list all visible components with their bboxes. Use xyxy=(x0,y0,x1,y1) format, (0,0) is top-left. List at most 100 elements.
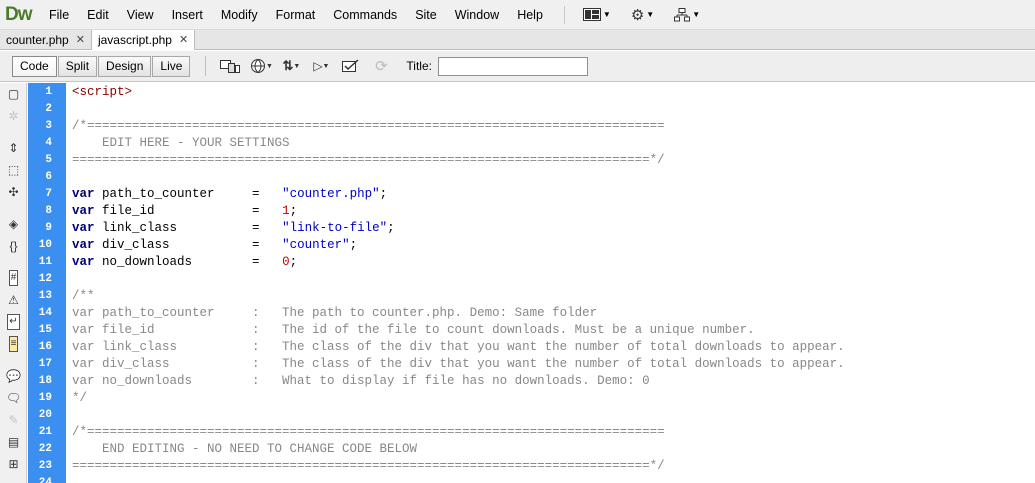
line-number: 8 xyxy=(45,205,52,217)
preview-browser-icon[interactable]: ▼ xyxy=(246,55,276,77)
title-label: Title: xyxy=(406,59,432,73)
recent-snippets-icon[interactable]: ▤ xyxy=(0,431,27,453)
line-number: 24 xyxy=(38,477,52,483)
document-tabs: counter.php ✕ javascript.php ✕ xyxy=(0,30,1035,50)
code-keyword: var xyxy=(72,255,95,269)
code-value: "counter" xyxy=(282,238,350,252)
code-line: ========================================… xyxy=(72,152,665,169)
app-logo: Dw xyxy=(5,3,33,25)
line-number: 10 xyxy=(38,239,52,251)
collapse-full-tag-icon[interactable]: ⇕ xyxy=(0,137,27,159)
code-line: <script> xyxy=(72,84,132,101)
code-operator: = xyxy=(252,187,260,201)
code-value: 0 xyxy=(282,255,290,269)
code-line: ========================================… xyxy=(72,458,665,475)
line-number: 22 xyxy=(38,443,52,455)
menu-view[interactable]: View xyxy=(118,0,163,30)
coding-toolbar: ▢ ✲ ⇕ ⬚ ✣ ◈ {} # ⚠ ↵ ≡ 💬 🗨 ✎ ▤ ⊞ xyxy=(0,83,27,483)
code-keyword: var xyxy=(72,221,95,235)
code-terminator: ; xyxy=(349,238,358,252)
menu-insert[interactable]: Insert xyxy=(163,0,212,30)
design-view-button[interactable]: Design xyxy=(98,55,152,77)
menu-format[interactable]: Format xyxy=(267,0,325,30)
live-view-button[interactable]: Live xyxy=(152,55,191,77)
code-identifier: div_class xyxy=(94,238,253,252)
menu-modify[interactable]: Modify xyxy=(212,0,267,30)
code-line: EDIT HERE - YOUR SETTINGS xyxy=(72,135,290,152)
menu-window[interactable]: Window xyxy=(446,0,508,30)
code-operator: = xyxy=(252,221,260,235)
menu-file[interactable]: File xyxy=(40,0,78,30)
code-text: /*======================================… xyxy=(72,425,665,439)
select-parent-tag-icon[interactable]: ◈ xyxy=(0,213,27,235)
word-wrap-icon[interactable]: ↵ xyxy=(0,311,27,333)
code-line: var no_downloads = 0; xyxy=(72,254,297,271)
site-icon[interactable]: ▼ xyxy=(664,0,710,30)
code-value: "link-to-file" xyxy=(282,221,388,235)
tab-label: javascript.php xyxy=(97,32,172,47)
open-documents-icon[interactable]: ▢ xyxy=(0,83,27,105)
code-identifier: no_downloads xyxy=(94,255,253,269)
code-line: var div_class = "counter"; xyxy=(72,237,357,254)
code-editor[interactable]: <script> /*==============================… xyxy=(66,83,1035,483)
tab-javascript-php[interactable]: javascript.php ✕ xyxy=(91,30,196,50)
code-text: var link_class : The class of the div th… xyxy=(72,340,845,354)
refresh-icon[interactable]: ⟳ xyxy=(366,55,396,77)
line-number: 7 xyxy=(45,188,52,200)
code-line: var path_to_counter : The path to counte… xyxy=(72,305,597,322)
balance-braces-icon[interactable]: {} xyxy=(0,235,27,257)
remove-comment-icon[interactable]: 🗨 xyxy=(0,387,27,409)
code-text: /*======================================… xyxy=(72,119,665,133)
code-identifier: file_id xyxy=(94,204,253,218)
line-numbers-icon[interactable]: # xyxy=(0,267,27,289)
line-number: 4 xyxy=(45,137,52,149)
validate-icon[interactable]: ▷ ▼ xyxy=(306,55,336,77)
code-text: ========================================… xyxy=(72,153,665,167)
menu-edit[interactable]: Edit xyxy=(78,0,118,30)
collapse-selection-icon[interactable]: ⬚ xyxy=(0,159,27,181)
file-management-icon[interactable]: ⇅ ▼ xyxy=(276,55,306,77)
title-input[interactable] xyxy=(437,56,588,76)
line-number: 5 xyxy=(45,154,52,166)
highlight-invalid-code-icon[interactable]: ⚠ xyxy=(0,289,27,311)
code-line: var link_class = "link-to-file"; xyxy=(72,220,395,237)
code-terminator: ; xyxy=(379,187,388,201)
apply-comment-icon[interactable]: 💬 xyxy=(0,365,27,387)
code-terminator: ; xyxy=(387,221,395,235)
show-code-navigator-icon[interactable]: ✲ xyxy=(0,105,27,127)
menu-help[interactable]: Help xyxy=(508,0,552,30)
code-text: EDIT HERE - YOUR SETTINGS xyxy=(72,136,290,150)
code-line: var file_id = 1; xyxy=(72,203,297,220)
multiscreen-icon[interactable] xyxy=(216,55,246,77)
check-page-icon[interactable] xyxy=(336,55,366,77)
close-icon[interactable]: ✕ xyxy=(76,31,85,50)
menu-divider xyxy=(563,5,565,24)
line-number: 21 xyxy=(38,426,52,438)
code-line: var path_to_counter = "counter.php"; xyxy=(72,186,387,203)
code-line: /*======================================… xyxy=(72,424,665,441)
code-value: "counter.php" xyxy=(282,187,380,201)
expand-all-icon[interactable]: ✣ xyxy=(0,181,27,203)
code-line: var no_downloads : What to display if fi… xyxy=(72,373,650,390)
line-number: 13 xyxy=(38,290,52,302)
menu-site[interactable]: Site xyxy=(406,0,446,30)
move-css-icon[interactable]: ⊞ xyxy=(0,453,27,475)
tab-label: counter.php xyxy=(6,32,69,47)
menu-commands[interactable]: Commands xyxy=(324,0,406,30)
line-number: 12 xyxy=(38,273,52,285)
gear-icon[interactable]: ⚙ ▼ xyxy=(621,0,664,30)
code-view-button[interactable]: Code xyxy=(12,55,57,77)
line-number: 17 xyxy=(38,358,52,370)
menu-bar: Dw File Edit View Insert Modify Format C… xyxy=(0,0,1035,30)
tab-counter-php[interactable]: counter.php ✕ xyxy=(0,30,92,50)
wrap-tag-icon[interactable]: ✎ xyxy=(0,409,27,431)
code-text: END EDITING - NO NEED TO CHANGE CODE BEL… xyxy=(72,442,418,456)
code-identifier: link_class xyxy=(94,221,253,235)
line-number: 6 xyxy=(45,171,52,183)
code-terminator: ; xyxy=(289,204,298,218)
split-view-button[interactable]: Split xyxy=(57,55,98,77)
layout-icon[interactable]: ▼ xyxy=(573,0,621,30)
syntax-coloring-icon[interactable]: ≡ xyxy=(0,333,27,355)
code-terminator: ; xyxy=(289,255,298,269)
close-icon[interactable]: ✕ xyxy=(179,31,188,50)
